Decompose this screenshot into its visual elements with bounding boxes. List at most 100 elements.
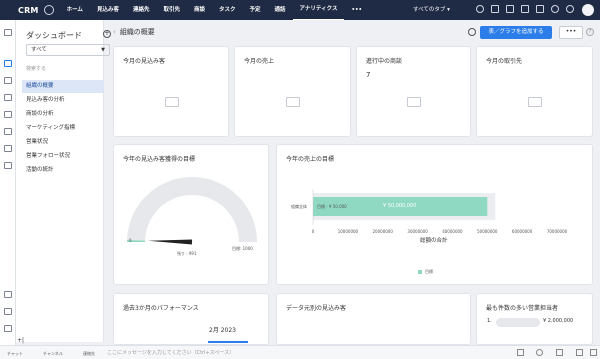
legend-swatch <box>418 270 422 274</box>
check-icon[interactable] <box>506 5 514 13</box>
empty-mail-icon <box>165 97 179 107</box>
nav-leads[interactable]: 見込み客 <box>90 0 126 20</box>
top-rep-title: 最も件数の多い営業担当者 <box>486 305 559 312</box>
report-icon[interactable] <box>4 77 12 84</box>
revenue-goal-card[interactable]: 今年の売上の目標 0 10000000 20000000 30000000 400000… <box>276 144 593 285</box>
kpi-value: 7 <box>366 71 371 79</box>
kpi-title: 今月の売上 <box>244 58 275 65</box>
nav-more[interactable]: ••• <box>344 0 369 20</box>
app-logo[interactable]: CRM <box>0 6 39 15</box>
gauge-needle <box>148 239 193 245</box>
performance-card[interactable]: 過去3か月のパフォーマンス 2月 2023 <box>113 293 269 345</box>
leads-by-source-card[interactable]: データ元別の見込み客 <box>276 293 471 345</box>
bar-value-label: ¥ 50,000,000 <box>383 203 417 209</box>
social-icon[interactable] <box>4 162 12 169</box>
nav-events[interactable]: 予定 <box>243 0 268 20</box>
refresh-icon[interactable] <box>468 28 476 36</box>
channel-tab[interactable]: チャンネル <box>43 351 63 357</box>
left-rail <box>0 20 16 359</box>
screen-share-icon[interactable] <box>556 349 563 356</box>
nav-calls[interactable]: 通話 <box>268 0 293 20</box>
nav-analytics[interactable]: アナリティクス <box>292 0 345 20</box>
x-tick-label: 20000000 <box>373 229 394 234</box>
rep-name-blurred <box>496 318 540 327</box>
top-icons <box>476 5 574 13</box>
sidebar-item-sales-status[interactable]: 営業状況 <box>22 136 104 149</box>
nav-tasks[interactable]: タスク <box>212 0 243 20</box>
top-navigation-bar: CRM ホーム 見込み客 連絡先 取引先 商談 タスク 予定 通話 アナリティク… <box>0 0 600 20</box>
kpi-card-leads[interactable]: 今月の見込み客 <box>113 46 229 137</box>
sidebar-title: ダッシュボード <box>26 31 82 40</box>
grid-icon[interactable] <box>521 5 529 13</box>
sidebar-item-sales-followup[interactable]: 営業フォロー状況 <box>22 150 104 163</box>
avatar[interactable] <box>582 4 594 16</box>
nav-contacts[interactable]: 連絡先 <box>126 0 157 20</box>
x-tick-label: 30000000 <box>407 229 428 234</box>
expand-icon[interactable] <box>590 349 597 356</box>
attach-icon[interactable] <box>517 349 524 356</box>
kpi-title: 今月の見込み客 <box>123 58 166 65</box>
help-icon[interactable]: ? <box>586 28 594 36</box>
gauge-track <box>127 177 257 243</box>
dashboard-search-input[interactable]: 検索する <box>26 65 46 72</box>
dashboard-filter-select[interactable]: すべて ▼ <box>26 44 110 56</box>
empty-mail-icon <box>286 97 300 107</box>
search-icon[interactable] <box>4 308 12 315</box>
revenue-bar-chart: 0 10000000 20000000 30000000 40000000 5000000… <box>312 189 568 234</box>
performance-bar <box>208 341 248 343</box>
nav-deals[interactable]: 商談 <box>187 0 212 20</box>
home-icon[interactable] <box>4 29 12 36</box>
chat-input[interactable]: ここにメッセージを入力してください（Ctrl+スペース） <box>107 349 234 356</box>
add-chart-button[interactable]: 表／グラフを追加する <box>480 26 552 39</box>
nav-home[interactable]: ホーム <box>60 0 90 20</box>
gear-icon[interactable] <box>566 5 574 13</box>
bottom-chat-bar: チャット チャンネル 連絡先 ここにメッセージを入力してください（Ctrl+スペ… <box>0 345 600 359</box>
add-icon[interactable] <box>491 5 499 13</box>
history-icon[interactable] <box>536 349 543 356</box>
main-nav: ホーム 見込み客 連絡先 取引先 商談 タスク 予定 通話 アナリティクス ••… <box>60 0 369 20</box>
sidebar-item-deal-analysis[interactable]: 商談の分析 <box>22 108 104 121</box>
settings-icon[interactable] <box>4 325 12 332</box>
kpi-title: 今月の取引先 <box>486 58 523 65</box>
rep-amount: ¥ 2,000,000 <box>543 318 574 324</box>
search-icon[interactable] <box>476 5 484 13</box>
image-icon[interactable] <box>576 349 583 356</box>
clipboard-icon[interactable] <box>4 291 12 298</box>
lead-goal-gauge-card[interactable]: 今年の見込み客獲得の目標 0 目標: 1000 残り : 991 <box>113 144 269 285</box>
add-dashboard-icon[interactable]: + <box>103 30 111 38</box>
collapse-sidebar-icon[interactable]: +| <box>17 337 27 345</box>
x-tick-label: 60000000 <box>512 229 533 234</box>
analytics-icon[interactable] <box>4 94 12 101</box>
x-axis-label: 総額の合計 <box>420 238 448 244</box>
x-tick-label: 50000000 <box>477 229 498 234</box>
sidebar-item-org-overview[interactable]: 組織の概要 <box>22 80 104 93</box>
sidebar-item-marketing-metrics[interactable]: マーケティング指標 <box>22 122 104 135</box>
nav-accounts[interactable]: 取引先 <box>156 0 187 20</box>
kpi-card-open-deals[interactable]: 進行中の商談 7 <box>356 46 471 137</box>
x-tick-label: 10000000 <box>338 229 359 234</box>
x-tick-label: 40000000 <box>442 229 463 234</box>
dashboard-icon[interactable] <box>4 60 12 67</box>
chat-tab[interactable]: チャット <box>7 351 23 357</box>
leads-source-title: データ元別の見込み客 <box>286 305 347 312</box>
kpi-title: 進行中の商談 <box>366 58 403 65</box>
document-icon[interactable] <box>4 145 12 152</box>
top-sales-rep-card[interactable]: 最も件数の多い営業担当者 1. ¥ 2,000,000 <box>476 293 593 345</box>
globe-icon[interactable] <box>43 5 54 15</box>
all-tabs-dropdown[interactable]: すべてのタブ ▾ <box>413 0 450 20</box>
back-icon[interactable]: ‹ <box>113 28 116 36</box>
more-options-button[interactable]: ••• <box>559 26 583 39</box>
mail-icon[interactable] <box>4 111 12 118</box>
x-tick-label: 70000000 <box>547 229 568 234</box>
contacts-tab[interactable]: 連絡先 <box>83 351 95 357</box>
kpi-card-accounts[interactable]: 今月の取引先 <box>476 46 593 137</box>
sidebar-item-activity-stats[interactable]: 活動の統計 <box>22 164 104 177</box>
bell-icon[interactable] <box>551 5 559 13</box>
gauge-remaining-label: 残り : 991 <box>177 251 197 256</box>
calendar-icon[interactable] <box>536 5 544 13</box>
sidebar-item-lead-analysis[interactable]: 見込み客の分析 <box>22 94 104 107</box>
kpi-card-revenue[interactable]: 今月の売上 <box>234 46 351 137</box>
empty-mail-icon <box>407 97 421 107</box>
x-tick-label: 0 <box>312 229 315 234</box>
campaign-icon[interactable] <box>4 128 12 135</box>
